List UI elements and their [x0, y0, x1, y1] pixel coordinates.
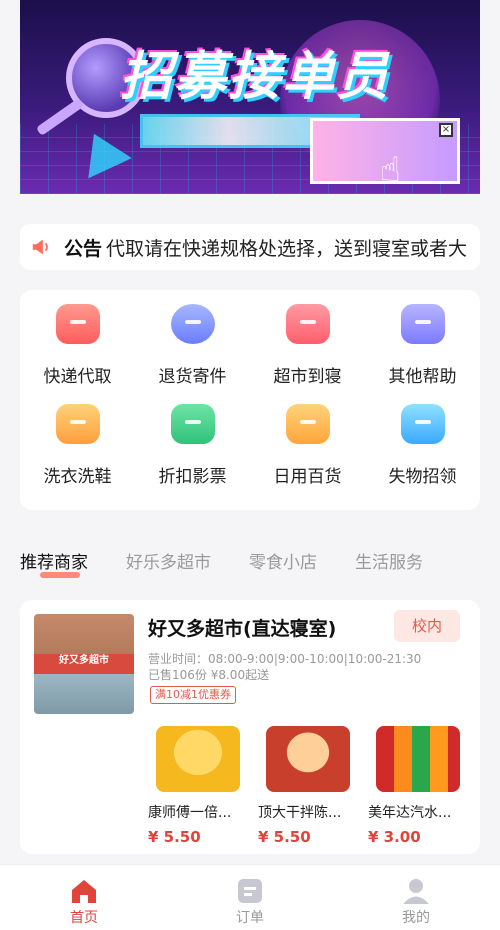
recruit-banner[interactable]: × 招募接单员 ☝	[20, 0, 480, 194]
nav-home[interactable]: 首页	[34, 877, 134, 927]
store-photo: 好又多超市	[34, 614, 134, 714]
tab-haolduo[interactable]: 好乐多超市	[126, 548, 211, 584]
service-label: 日用百货	[273, 467, 342, 487]
nav-profile[interactable]: 我的	[366, 877, 466, 927]
store-photo-sign: 好又多超市	[59, 655, 109, 666]
nav-orders[interactable]: 订单	[200, 877, 300, 927]
product-image	[156, 726, 240, 792]
notice-label: 公告	[64, 237, 103, 260]
product-price: ¥ 5.50	[148, 828, 201, 846]
close-icon: ×	[439, 123, 453, 137]
store-sales: 已售106份 ¥8.00起送	[148, 668, 270, 682]
service-label: 退货寄件	[158, 367, 227, 387]
home-icon	[69, 877, 99, 905]
service-label: 折扣影票	[158, 467, 227, 487]
user-icon	[401, 877, 431, 905]
bottom-navigation: 首页 订单 我的	[0, 864, 500, 930]
service-lost-found[interactable]: 失物招领	[365, 404, 480, 487]
service-movie-tickets[interactable]: 折扣影票	[135, 404, 250, 487]
package-icon	[55, 304, 100, 344]
order-icon	[235, 877, 265, 905]
merchant-tabs: 推荐商家 好乐多超市 零食小店 生活服务	[20, 548, 480, 584]
service-label: 洗衣洗鞋	[43, 467, 112, 487]
product-item[interactable]: 美年达汽水... ¥ 3.00	[368, 726, 468, 846]
tab-active-indicator	[40, 572, 80, 578]
tab-label: 好乐多超市	[126, 553, 211, 573]
service-grid: 快递代取 退货寄件 超市到寝 其他帮助 洗衣洗鞋 折扣影票 日用百货 失物招领	[20, 290, 480, 510]
tab-label: 零食小店	[249, 553, 317, 573]
nav-label: 我的	[402, 910, 430, 926]
calendar-icon	[400, 304, 445, 344]
product-name: 美年达汽水...	[368, 805, 452, 821]
tab-life-services[interactable]: 生活服务	[355, 548, 423, 584]
service-daily-goods[interactable]: 日用百货	[250, 404, 365, 487]
product-name: 顶大干拌陈...	[258, 805, 342, 821]
service-supermarket-delivery[interactable]: 超市到寝	[250, 304, 365, 387]
product-image	[266, 726, 350, 792]
service-label: 失物招领	[388, 467, 457, 487]
service-return-send[interactable]: 退货寄件	[135, 304, 250, 387]
courier-icon	[170, 304, 215, 344]
notice-text: 代取请在快递规格处选择，送到寝室或者大	[106, 237, 468, 260]
nav-label: 订单	[236, 910, 264, 926]
service-label: 快递代取	[43, 367, 112, 387]
shopping-bag-icon	[285, 404, 330, 444]
coupon-badge[interactable]: 满10减1优惠券	[150, 686, 236, 704]
service-laundry[interactable]: 洗衣洗鞋	[20, 404, 135, 487]
service-other-help[interactable]: 其他帮助	[365, 304, 480, 387]
product-name: 康师傅一倍...	[148, 805, 232, 821]
store-name: 好又多超市(直达寝室)	[148, 618, 337, 640]
notice-bar[interactable]: 公告 代取请在快递规格处选择，送到寝室或者大	[20, 224, 480, 270]
product-image	[376, 726, 460, 792]
nav-label: 首页	[70, 910, 98, 926]
tab-label: 推荐商家	[20, 553, 88, 573]
service-label: 其他帮助	[388, 367, 457, 387]
megaphone-icon	[30, 236, 58, 258]
banner-title: 招募接单员	[120, 47, 391, 107]
tab-recommended[interactable]: 推荐商家	[20, 548, 88, 584]
search-box-icon	[400, 404, 445, 444]
on-campus-badge: 校内	[394, 610, 460, 642]
product-item[interactable]: 顶大干拌陈... ¥ 5.50	[258, 726, 358, 846]
ticket-icon	[170, 404, 215, 444]
store-icon	[285, 304, 330, 344]
product-price: ¥ 3.00	[368, 828, 421, 846]
store-card[interactable]: 好又多超市 好又多超市(直达寝室) 校内 营业时间：08:00-9:00|9:0…	[20, 600, 480, 854]
tab-label: 生活服务	[355, 553, 423, 573]
tab-snacks[interactable]: 零食小店	[249, 548, 317, 584]
service-label: 超市到寝	[273, 367, 342, 387]
service-express-pickup[interactable]: 快递代取	[20, 304, 135, 387]
product-item[interactable]: 康师傅一倍... ¥ 5.50	[148, 726, 248, 846]
store-hours: 营业时间：08:00-9:00|9:00-10:00|10:00-21:30	[148, 652, 422, 666]
product-price: ¥ 5.50	[258, 828, 311, 846]
shirt-icon	[55, 404, 100, 444]
hand-cursor-icon: ☝	[380, 150, 401, 190]
